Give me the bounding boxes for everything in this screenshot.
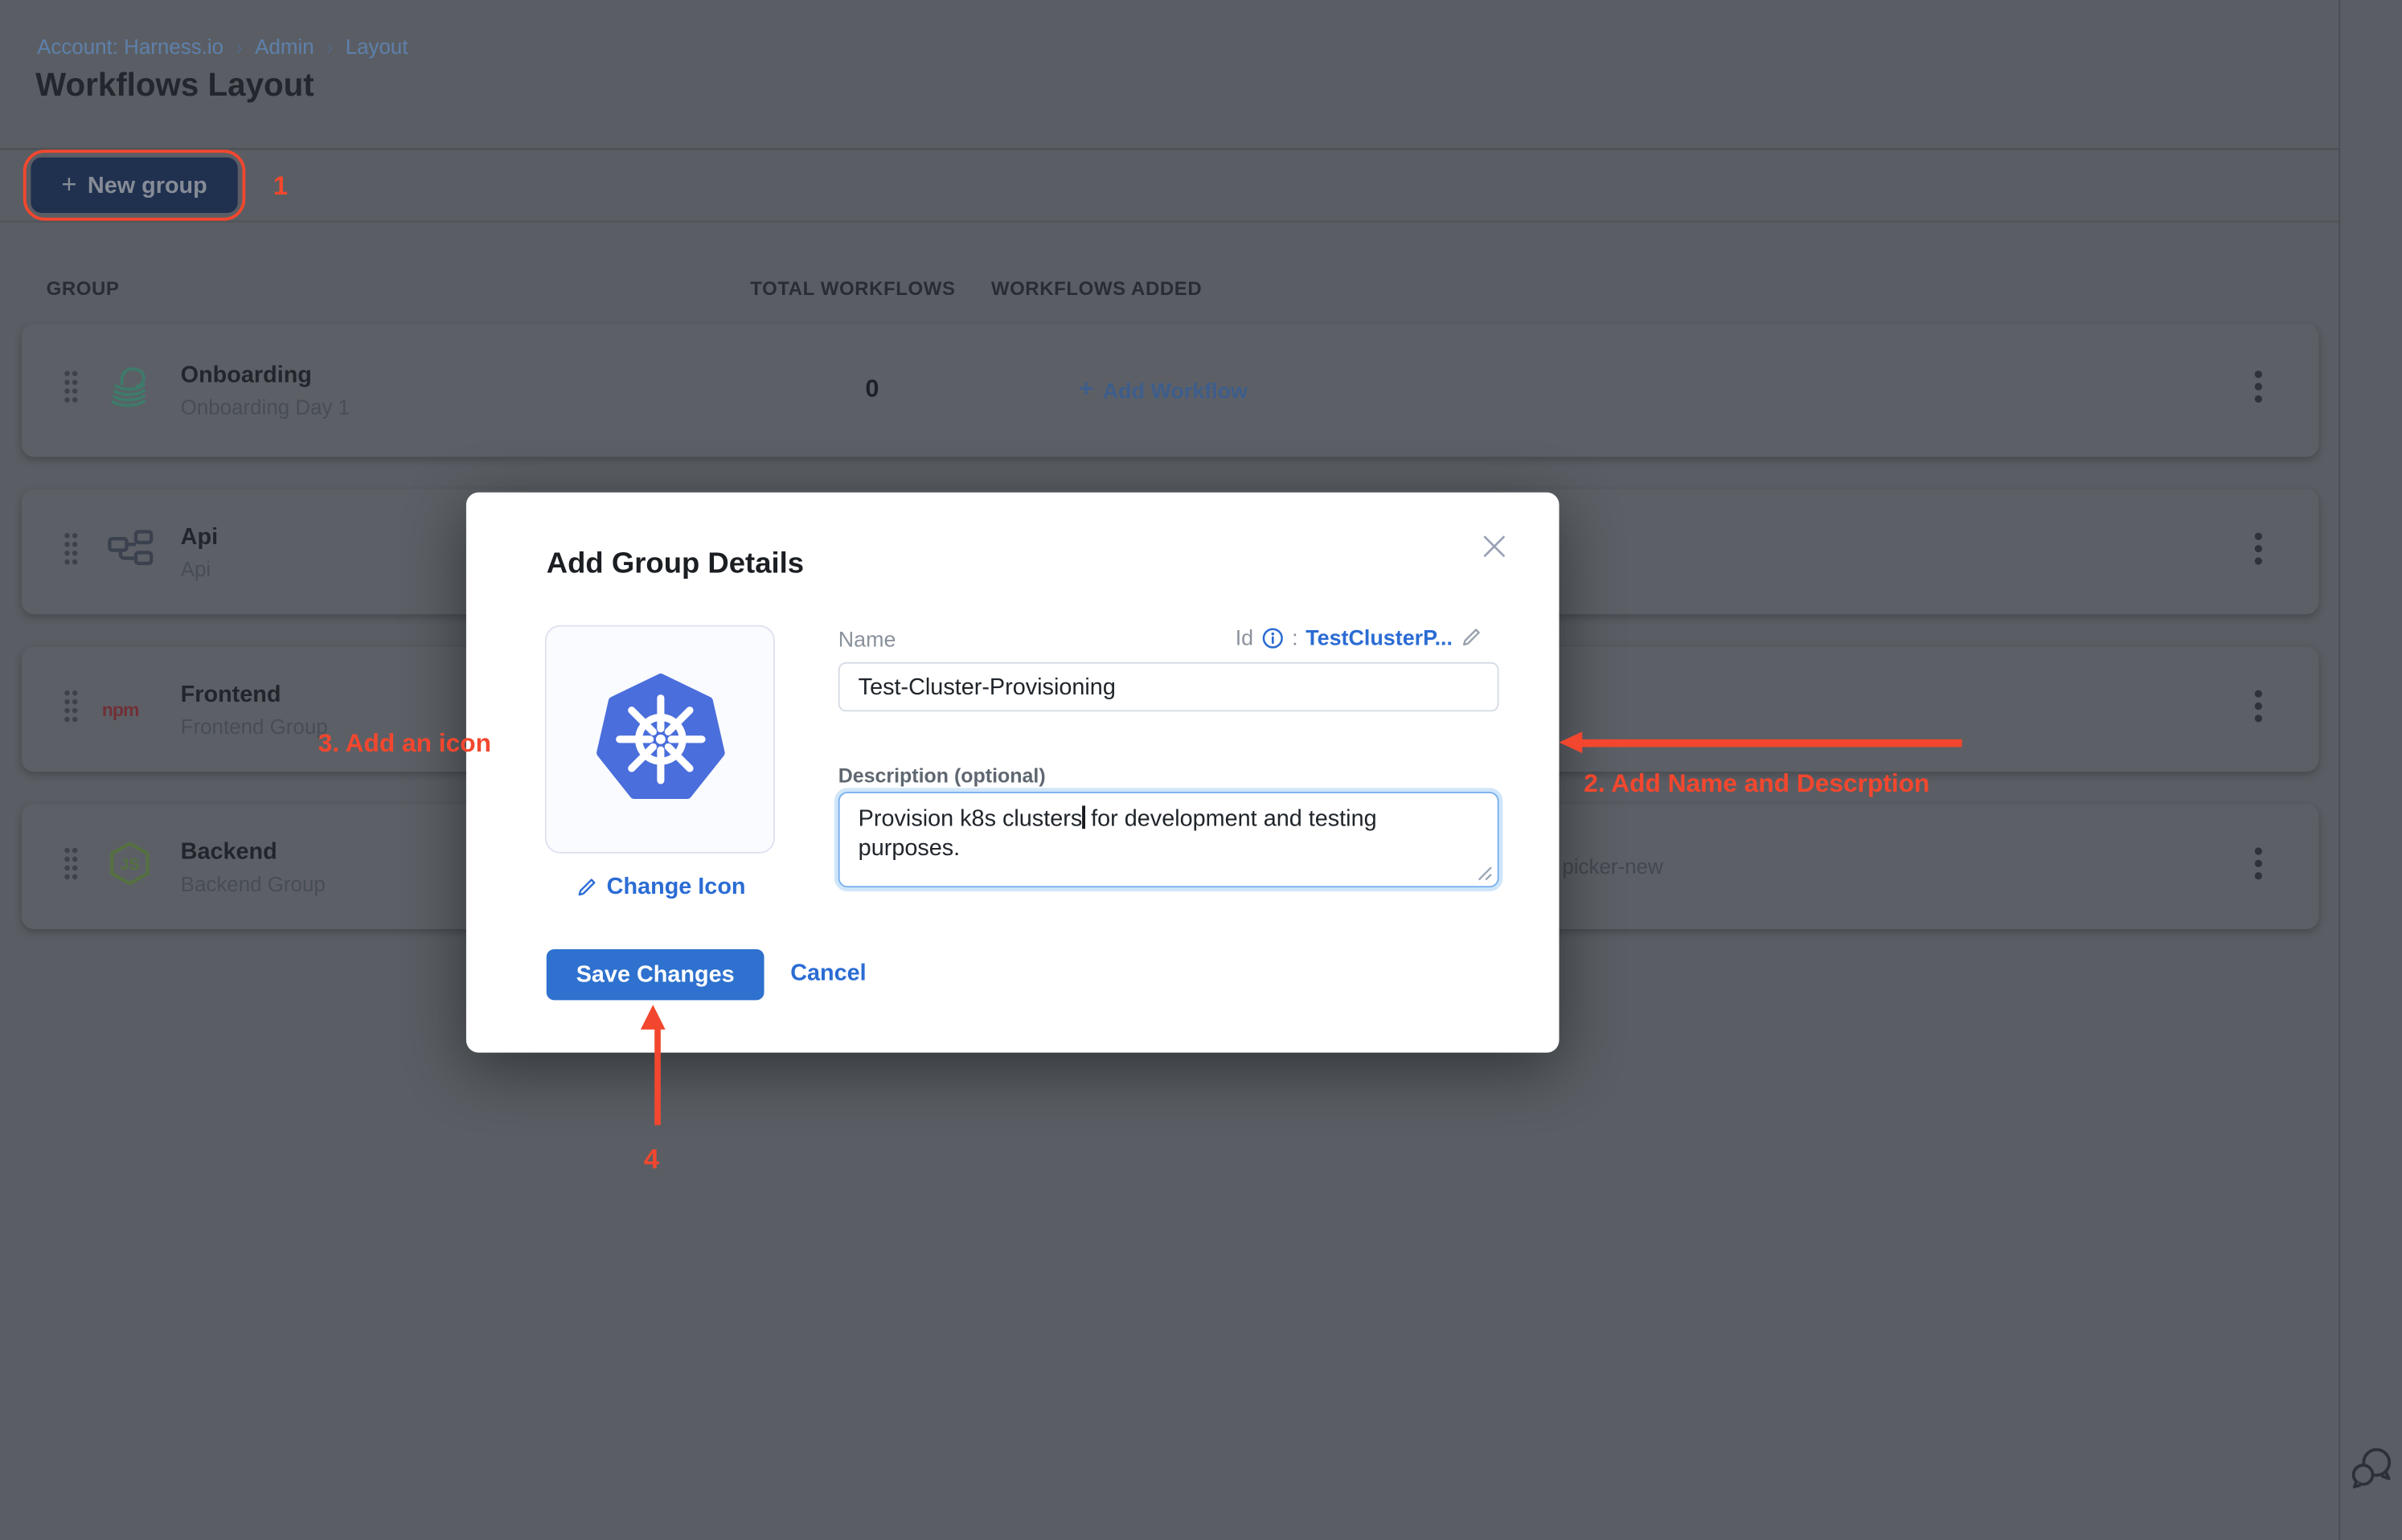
toolbar-divider: [0, 221, 2340, 223]
group-name-block: Backend Backend Group: [181, 838, 326, 895]
edit-id-pencil-icon[interactable]: [1461, 627, 1482, 649]
kubernetes-icon: [593, 673, 726, 805]
breadcrumb-admin-link[interactable]: Admin: [255, 35, 314, 59]
resize-handle-icon[interactable]: [1478, 866, 1493, 881]
group-name-block: Frontend Frontend Group: [181, 681, 328, 738]
id-label: Id: [1236, 625, 1253, 650]
add-workflow-label: Add Workflow: [1103, 378, 1248, 403]
group-name: Onboarding: [181, 362, 350, 388]
group-name-block: Api Api: [181, 523, 218, 580]
save-changes-button[interactable]: Save Changes: [547, 949, 764, 1000]
group-subtitle: Frontend Group: [181, 715, 328, 738]
npm-icon: npm: [102, 698, 139, 720]
description-textarea[interactable]: Provision k8s clusters for development a…: [838, 792, 1499, 887]
breadcrumb: Account: Harness.io › Admin › Layout: [37, 35, 408, 59]
id-row: Id : TestClusterP...: [1236, 625, 1482, 650]
description-text: Provision k8s clusters: [859, 805, 1083, 832]
drag-handle-icon[interactable]: [62, 530, 80, 575]
row-menu-icon[interactable]: [2252, 688, 2265, 730]
column-header-total-workflows: TOTAL WORKFLOWS: [750, 278, 955, 300]
row-menu-icon[interactable]: [2252, 531, 2265, 573]
annotation-step4: 4: [644, 1144, 659, 1176]
info-icon[interactable]: [1261, 626, 1285, 649]
annotation-step2: 2. Add Name and Descrption: [1584, 770, 1929, 799]
workflow-name-partial: picker-new: [1562, 855, 1662, 879]
close-icon[interactable]: [1481, 533, 1511, 563]
annotation-arrow-shaft: [654, 1028, 661, 1125]
annotation-step1: 1: [273, 171, 288, 202]
breadcrumb-separator: ›: [326, 35, 333, 59]
page-title: Workflows Layout: [35, 68, 314, 104]
change-icon-link[interactable]: Change Icon: [576, 874, 745, 900]
group-icon-preview[interactable]: [545, 625, 775, 854]
chat-bubbles-icon[interactable]: [2350, 1444, 2393, 1498]
row-menu-icon[interactable]: [2252, 846, 2265, 887]
group-subtitle: Onboarding Day 1: [181, 396, 350, 420]
column-header-workflows-added: WORKFLOWS ADDED: [991, 278, 1202, 300]
group-subtitle: Backend Group: [181, 872, 326, 895]
name-label: Name: [838, 627, 896, 652]
group-name-input[interactable]: [838, 662, 1499, 711]
drag-handle-icon[interactable]: [62, 844, 80, 889]
add-workflow-link[interactable]: + Add Workflow: [1079, 377, 1248, 405]
annotation-step3: 3. Add an icon: [318, 730, 491, 759]
breadcrumb-separator: ›: [236, 35, 242, 59]
right-panel-divider: [2338, 0, 2340, 1540]
add-group-details-modal: Add Group Details Change Icon Name Id: [466, 493, 1560, 1053]
workflows-layout-page: Account: Harness.io › Admin › Layout Wor…: [0, 0, 2402, 1540]
onboarding-stack-icon: [105, 362, 154, 419]
save-changes-label: Save Changes: [576, 961, 735, 988]
cancel-button[interactable]: Cancel: [790, 960, 866, 986]
drag-handle-icon[interactable]: [62, 687, 80, 732]
column-header-group: GROUP: [47, 278, 120, 300]
group-name-block: Onboarding Onboarding Day 1: [181, 362, 350, 419]
row-menu-icon[interactable]: [2252, 370, 2265, 412]
plus-icon: +: [1079, 377, 1093, 405]
header-divider: [0, 148, 2340, 149]
breadcrumb-account-link[interactable]: Account: Harness.io: [37, 35, 223, 59]
annotation-highlight-box: [23, 149, 246, 220]
group-subtitle: Api: [181, 557, 218, 580]
sitemap-icon: [105, 523, 154, 580]
change-icon-label: Change Icon: [607, 874, 746, 900]
modal-title: Add Group Details: [547, 548, 804, 582]
annotation-arrow-shaft: [1579, 739, 1961, 747]
id-value: TestClusterP...: [1306, 625, 1453, 650]
nodejs-icon: JS: [105, 838, 154, 895]
drag-handle-icon[interactable]: [62, 368, 80, 413]
total-workflows-count: 0: [849, 377, 896, 405]
breadcrumb-layout-link[interactable]: Layout: [346, 35, 408, 59]
group-name: Api: [181, 523, 218, 550]
pencil-icon: [576, 876, 597, 898]
cancel-label: Cancel: [790, 960, 866, 986]
annotation-arrow-up-icon: [641, 1005, 666, 1030]
group-name: Backend: [181, 838, 326, 865]
group-name: Frontend: [181, 681, 328, 707]
svg-text:JS: JS: [120, 855, 140, 873]
description-label: Description (optional): [838, 764, 1046, 788]
id-colon: :: [1292, 625, 1297, 650]
table-row: Onboarding Onboarding Day 1 0 + Add Work…: [22, 324, 2318, 457]
